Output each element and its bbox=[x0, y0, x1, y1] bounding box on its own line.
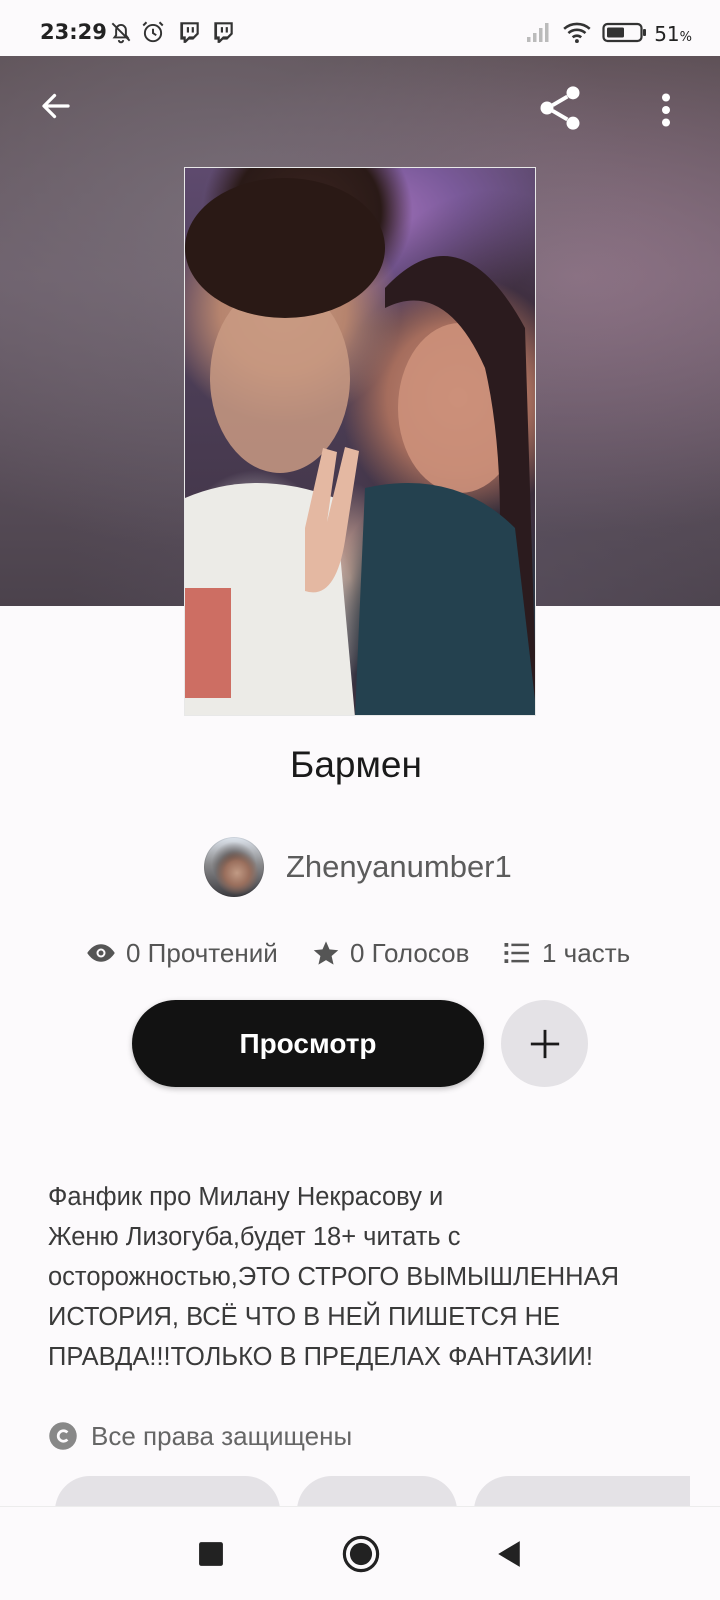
votes-stat: 0 Голосов bbox=[312, 933, 469, 973]
bell-off-icon bbox=[111, 22, 131, 44]
story-details-screen: 23:29 51% Бармен Zhenyanumber1 0 Прочтен… bbox=[0, 0, 720, 1600]
twitch-icon bbox=[214, 22, 233, 43]
arrow-left-icon bbox=[42, 93, 70, 119]
story-description: Фанфик про Милану Некрасову и Женю Лизог… bbox=[48, 1183, 619, 1371]
avatar[interactable] bbox=[204, 837, 264, 897]
copyright-row: Все права защищены bbox=[48, 1418, 352, 1454]
more-vertical-icon bbox=[662, 93, 670, 127]
reads-stat: 0 Прочтений bbox=[86, 933, 278, 973]
list-icon bbox=[504, 943, 529, 963]
copyright-text: Все права защищены bbox=[91, 1420, 353, 1451]
reads-count: 0 Прочтений bbox=[126, 937, 278, 968]
status-bar: 23:29 51% bbox=[0, 0, 720, 56]
recents-button[interactable] bbox=[186, 1529, 236, 1579]
eye-icon bbox=[87, 944, 115, 962]
status-time: 23:29 bbox=[40, 20, 107, 44]
home-button[interactable] bbox=[336, 1529, 386, 1579]
read-button[interactable]: Просмотр bbox=[132, 1000, 484, 1087]
star-icon bbox=[313, 941, 339, 965]
share-icon bbox=[540, 86, 580, 130]
system-navigation-bar bbox=[0, 1506, 720, 1600]
votes-count: 0 Голосов bbox=[350, 937, 470, 968]
back-nav-button[interactable] bbox=[484, 1529, 534, 1579]
home-circle-icon bbox=[342, 1535, 380, 1573]
story-stats: 0 Прочтений 0 Голосов 1 часть bbox=[0, 933, 720, 973]
twitch-icon bbox=[180, 22, 199, 43]
author-row[interactable]: Zhenyanumber1 bbox=[204, 836, 512, 898]
signal-icon bbox=[527, 23, 549, 42]
cover-photo-illustration bbox=[185, 178, 535, 715]
triangle-back-icon bbox=[498, 1541, 520, 1567]
wifi-icon bbox=[563, 22, 591, 43]
story-cover-image[interactable] bbox=[184, 167, 536, 716]
battery-icon bbox=[602, 22, 646, 43]
tag-chip[interactable] bbox=[474, 1476, 690, 1506]
story-title: Бармен bbox=[290, 744, 422, 785]
alarm-icon bbox=[142, 21, 164, 43]
add-to-library-button[interactable] bbox=[501, 1000, 588, 1087]
copyright-icon bbox=[49, 1422, 77, 1450]
parts-stat: 1 часть bbox=[502, 933, 630, 973]
share-button[interactable] bbox=[532, 80, 588, 136]
back-button[interactable] bbox=[30, 80, 82, 132]
parts-count: 1 часть bbox=[542, 937, 631, 968]
more-options-button[interactable] bbox=[648, 84, 684, 136]
battery-level: 51% bbox=[654, 22, 692, 46]
square-icon bbox=[199, 1542, 223, 1566]
plus-icon bbox=[530, 1029, 559, 1058]
tags-row bbox=[0, 1476, 690, 1506]
tag-chip[interactable] bbox=[297, 1476, 457, 1506]
tag-chip[interactable] bbox=[55, 1476, 280, 1506]
author-name[interactable]: Zhenyanumber1 bbox=[286, 849, 512, 885]
